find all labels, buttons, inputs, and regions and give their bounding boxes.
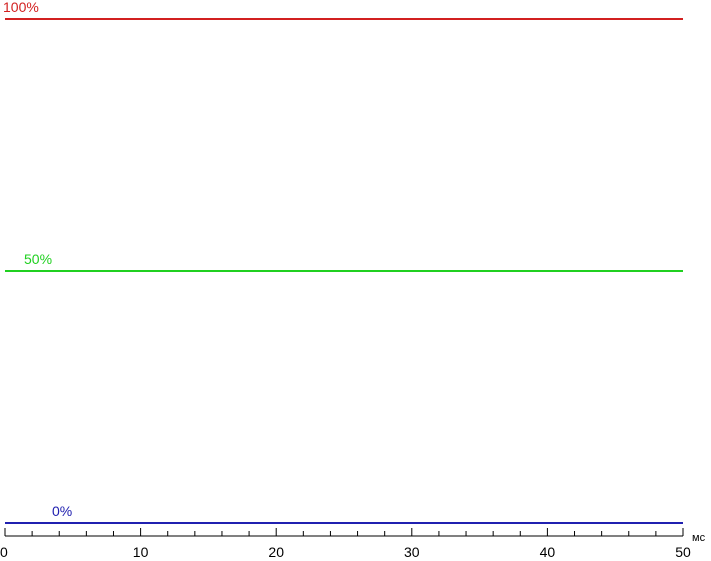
x-tick-label-30: 30 [404, 544, 420, 560]
x-tick-label-20: 20 [268, 544, 284, 560]
x-axis: 0 10 20 30 40 50 мс [0, 528, 706, 560]
x-axis-unit-label: мс [692, 532, 706, 544]
x-tick-label-40: 40 [540, 544, 556, 560]
x-axis-ticks: 0 10 20 30 40 50 [0, 528, 691, 560]
series-label-0: 100% [3, 0, 39, 15]
x-tick-label-0: 0 [0, 544, 8, 560]
series-label-1: 50% [24, 251, 52, 267]
series-label-2: 0% [52, 503, 72, 519]
x-tick-label-50: 50 [675, 544, 691, 560]
chart: 100% 50% 0% 0 10 20 30 40 50 мс [0, 0, 706, 560]
series-layer [5, 18, 683, 524]
series-labels: 100% 50% 0% [3, 0, 72, 519]
x-tick-label-10: 10 [133, 544, 149, 560]
